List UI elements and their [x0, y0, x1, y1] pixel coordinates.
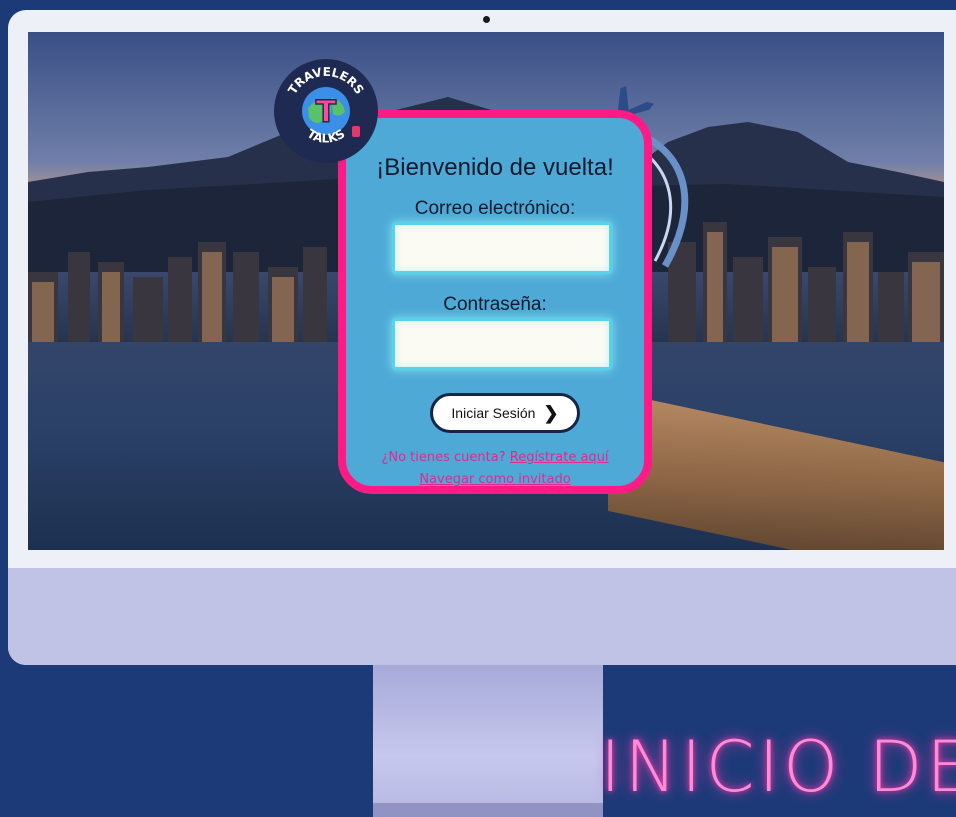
welcome-heading: ¡Bienvenido de vuelta!	[376, 154, 614, 181]
email-label: Correo electrónico:	[414, 198, 576, 219]
monitor-chin	[8, 568, 956, 665]
guest-link[interactable]: Navegar como invitado	[419, 472, 570, 487]
signup-prompt: ¿No tienes cuenta?	[381, 450, 506, 465]
password-label: Contraseña:	[443, 294, 547, 315]
monitor-stand-base	[373, 803, 603, 817]
monitor-stand	[373, 665, 603, 817]
logo-monogram: T	[316, 95, 337, 130]
signup-line: ¿No tienes cuenta? Regístrate aquí	[346, 450, 644, 465]
login-button[interactable]: Iniciar Sesión ❯	[430, 393, 580, 433]
email-field[interactable]	[392, 222, 612, 274]
travelers-talks-logo: T TRAVELERS TALKS	[274, 59, 378, 163]
chevron-right-icon: ❯	[543, 403, 559, 423]
password-field[interactable]	[392, 318, 612, 370]
guest-line: Navegar como invitado	[346, 472, 644, 487]
camera	[483, 16, 490, 23]
signup-link[interactable]: Regístrate aquí	[510, 450, 609, 465]
login-card: ¡Bienvenido de vuelta! Correo electrónic…	[338, 110, 652, 494]
login-button-label: Iniciar Sesión	[451, 405, 536, 421]
page-title-neon: INICIO DE	[600, 726, 956, 808]
